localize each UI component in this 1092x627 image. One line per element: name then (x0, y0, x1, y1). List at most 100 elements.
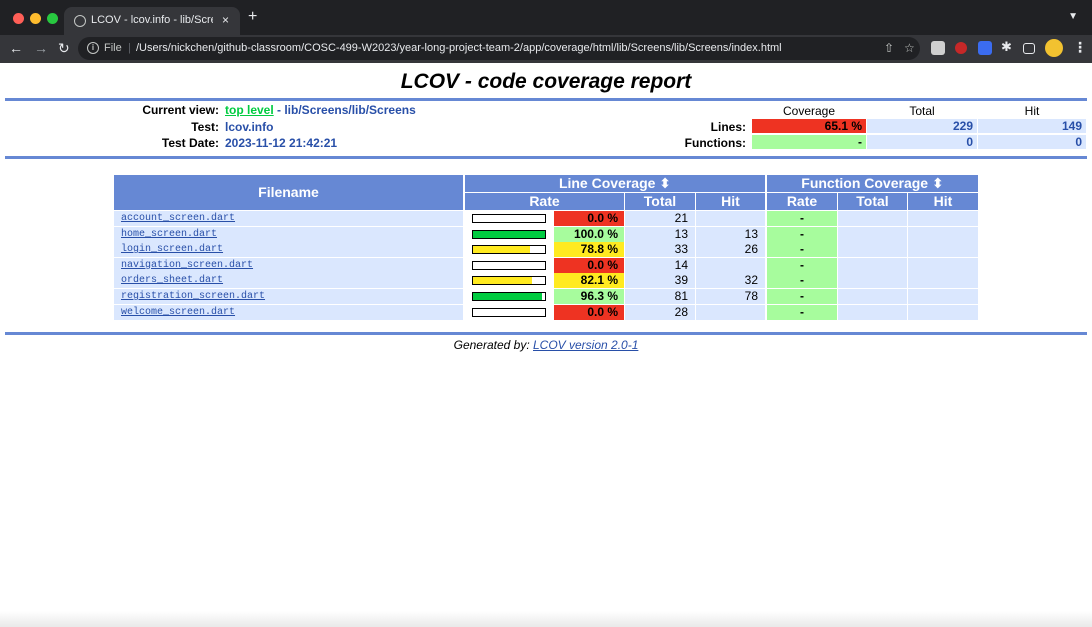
test-value: lcov.info (225, 120, 274, 134)
line-total-cell: 28 (625, 304, 695, 320)
top-divider (5, 98, 1087, 101)
window-bottom-edge (0, 611, 1092, 627)
coverage-bar (472, 214, 546, 223)
address-bar[interactable]: i File | /Users/nickchen/github-classroo… (78, 37, 920, 60)
function-rate-cell: - (767, 226, 837, 242)
share-icon[interactable]: ⇧ (884, 41, 894, 55)
footer: Generated by: LCOV version 2.0-1 (0, 338, 1092, 352)
bookmark-star-icon[interactable]: ☆ (904, 41, 915, 55)
maximize-window-button[interactable] (47, 13, 58, 24)
line-rate-cell: 0.0 % (554, 211, 624, 226)
file-link[interactable]: navigation_screen.dart (121, 260, 253, 271)
file-cell: account_screen.dart (114, 211, 463, 226)
function-total-cell (838, 304, 907, 320)
reload-icon[interactable]: ↻ (58, 40, 70, 56)
function-total-cell (838, 257, 907, 273)
browser-tab[interactable]: LCOV - lcov.info - lib/Screens/ × (64, 7, 240, 35)
file-link[interactable]: login_screen.dart (121, 244, 223, 255)
coverage-bar-fill (473, 277, 532, 285)
lines-total: 229 (867, 119, 977, 133)
summary-hit-header: Hit (1024, 104, 1040, 118)
file-link[interactable]: account_screen.dart (121, 213, 235, 224)
function-rate-cell: - (767, 211, 837, 226)
extension-icon[interactable] (931, 41, 945, 55)
function-rate-header: Rate (767, 193, 837, 210)
line-rate-cell: 82.1 % (554, 273, 624, 289)
file-cell: welcome_screen.dart (114, 304, 463, 320)
function-coverage-header[interactable]: Function Coverage ⬍ (767, 175, 978, 192)
tab-search-chevron-icon[interactable]: ▼ (1068, 11, 1078, 22)
function-hit-cell (908, 226, 978, 242)
current-path: - lib/Screens/lib/Screens (273, 103, 416, 117)
close-tab-icon[interactable]: × (222, 13, 229, 27)
file-link[interactable]: home_screen.dart (121, 229, 217, 240)
line-coverage-header[interactable]: Line Coverage ⬍ (465, 175, 765, 192)
coverage-bar (472, 245, 546, 255)
coverage-bar (472, 307, 546, 317)
coverage-bar-fill (473, 246, 530, 254)
menu-kebab-icon[interactable]: ⋮ (1073, 39, 1087, 56)
coverage-bar-cell (464, 289, 553, 304)
generated-by-label: Generated by: (453, 338, 533, 352)
puzzle-extensions-icon[interactable]: ✱ (1001, 39, 1015, 54)
lcov-version-link[interactable]: LCOV version 2.0-1 (533, 338, 638, 352)
line-total-cell: 13 (625, 226, 695, 242)
file-cell: registration_screen.dart (114, 289, 463, 304)
function-rate-cell: - (767, 273, 837, 289)
new-tab-button[interactable]: + (248, 9, 257, 25)
table-row: home_screen.dart 100.0 % 13 13- (114, 226, 978, 242)
lines-label: Lines: (710, 120, 746, 134)
coverage-bar-cell (464, 211, 553, 226)
file-link[interactable]: welcome_screen.dart (121, 307, 235, 318)
side-panel-icon[interactable] (1023, 43, 1035, 54)
filename-header[interactable]: Filename (114, 175, 463, 210)
adblock-extension-icon[interactable] (955, 42, 967, 54)
page-title: LCOV - code coverage report (400, 70, 692, 93)
header-divider (5, 156, 1087, 159)
lines-hit: 149 (978, 119, 1086, 133)
function-total-header: Total (838, 193, 907, 210)
line-rate-cell: 100.0 % (554, 226, 624, 242)
file-link[interactable]: registration_screen.dart (121, 291, 265, 302)
line-hit-cell: 13 (696, 226, 765, 242)
function-hit-cell (908, 257, 978, 273)
file-link[interactable]: orders_sheet.dart (121, 275, 223, 286)
page-content: LCOV - code coverage report Current view… (0, 63, 1092, 627)
back-arrow-icon[interactable]: ← (9, 40, 23, 56)
summary-coverage-header: Coverage (782, 104, 836, 118)
file-cell: home_screen.dart (114, 226, 463, 242)
functions-hit: 0 (978, 135, 1086, 149)
minimize-window-button[interactable] (30, 13, 41, 24)
file-cell: orders_sheet.dart (114, 273, 463, 289)
globe-icon (74, 15, 86, 27)
tab-strip: LCOV - lcov.info - lib/Screens/ × + ▼ (0, 0, 1092, 35)
file-cell: login_screen.dart (114, 242, 463, 258)
extension-blue-icon[interactable] (978, 41, 992, 55)
function-total-cell (838, 211, 907, 226)
line-rate-header: Rate (465, 193, 624, 210)
line-hit-cell (696, 304, 765, 320)
tab-title: LCOV - lcov.info - lib/Screens/ (91, 14, 213, 26)
line-hit-header: Hit (696, 193, 765, 210)
function-total-cell (838, 226, 907, 242)
table-row: orders_sheet.dart 82.1 % 39 32- (114, 273, 978, 289)
function-total-cell (838, 289, 907, 304)
function-hit-cell (908, 289, 978, 304)
top-level-link[interactable]: top level (225, 103, 274, 117)
lines-coverage: 65.1 % (752, 119, 866, 133)
line-rate-cell: 0.0 % (554, 257, 624, 273)
forward-arrow-icon[interactable]: → (34, 40, 48, 56)
line-hit-cell (696, 211, 765, 226)
function-hit-cell (908, 273, 978, 289)
profile-avatar[interactable] (1045, 39, 1063, 57)
line-hit-cell (696, 257, 765, 273)
close-window-button[interactable] (13, 13, 24, 24)
url-text[interactable]: /Users/nickchen/github-classroom/COSC-49… (136, 42, 782, 54)
line-rate-cell: 96.3 % (554, 289, 624, 304)
line-total-cell: 14 (625, 257, 695, 273)
info-icon[interactable]: i (87, 42, 99, 54)
line-total-header: Total (625, 193, 695, 210)
coverage-bar-cell (464, 304, 553, 320)
browser-chrome: LCOV - lcov.info - lib/Screens/ × + ▼ ← … (0, 0, 1092, 63)
file-scheme-label: File (104, 42, 122, 54)
